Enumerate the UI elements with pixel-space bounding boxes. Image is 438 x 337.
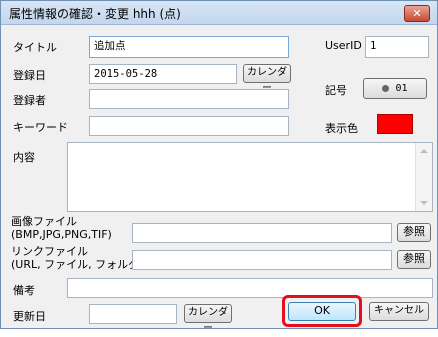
color-swatch[interactable] [377,114,413,134]
title-input[interactable]: 追加点 [89,36,289,58]
regdate-label: 登録日 [13,69,46,82]
symbol-label: 記号 [325,84,347,97]
userid-input[interactable]: 1 [365,36,429,58]
update-label: 更新日 [13,310,46,323]
content-scrollbar[interactable] [415,143,432,211]
dialog-window: 属性情報の確認・変更 hhh (点) ✕ タイトル 追加点 UserID 1 登… [0,0,438,334]
symbol-button[interactable]: 01 [363,78,427,99]
update-calendar-button[interactable]: カレンダー [184,304,232,334]
close-button[interactable]: ✕ [404,5,430,22]
cancel-button[interactable]: キャンセル [369,302,429,321]
image-browse-button[interactable]: 参照 [397,223,431,242]
link-file-label: リンクファイル (URL, ファイル, フォルダ) [11,245,143,271]
color-label: 表示色 [325,122,358,135]
content-textarea[interactable] [67,142,433,212]
userid-label: UserID [325,39,362,52]
remarks-input[interactable] [67,278,433,298]
scroll-up-icon[interactable] [420,149,428,153]
link-file-input[interactable] [132,250,392,270]
remarks-label: 備考 [13,284,35,297]
window-title: 属性情報の確認・変更 hhh (点) [9,7,181,21]
keyword-label: キーワード [13,121,68,134]
image-file-label: 画像ファイル (BMP,JPG,PNG,TIF) [11,215,112,241]
keyword-input[interactable] [89,116,289,136]
regdate-calendar-button[interactable]: カレンダー [243,64,291,94]
update-date-input[interactable] [89,304,177,324]
ok-button[interactable]: OK [288,302,356,321]
link-browse-button[interactable]: 参照 [397,250,431,269]
link-file-label-line2: (URL, ファイル, フォルダ) [11,258,144,271]
registrant-label: 登録者 [13,94,46,107]
scroll-down-icon[interactable] [420,201,428,205]
regdate-input[interactable]: 2015-05-28 [89,64,237,84]
symbol-value: 01 [395,83,408,94]
image-file-label-line1: 画像ファイル [11,215,77,228]
symbol-dot-icon [382,84,390,92]
link-file-label-line1: リンクファイル [11,245,88,258]
content-label: 内容 [13,151,35,164]
registrant-input[interactable] [89,89,289,109]
title-label: タイトル [13,41,57,54]
image-file-input[interactable] [132,223,392,243]
image-file-label-line2: (BMP,JPG,PNG,TIF) [11,228,112,241]
title-bar[interactable]: 属性情報の確認・変更 hhh (点) ✕ [1,1,437,25]
